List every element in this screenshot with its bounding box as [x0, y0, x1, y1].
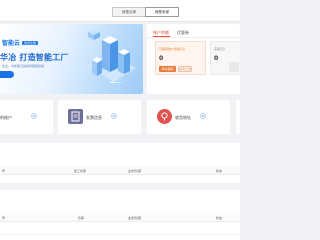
- location-pin-icon: [157, 109, 172, 124]
- stat-card-overflow: [236, 100, 240, 134]
- banner-slogan: 华冶 打造智能工厂: [0, 53, 69, 62]
- carousel-dot[interactable]: [119, 82, 121, 83]
- column-header: 仓库: [78, 216, 85, 220]
- banner-logo-text: 智能云: [2, 40, 21, 47]
- stat-count-badge: 0: [31, 113, 37, 119]
- balance-value: 0: [159, 55, 164, 62]
- stat-card-accounts[interactable]: 的账户 0: [0, 100, 53, 134]
- carousel-dot[interactable]: [116, 82, 118, 83]
- stat-count-badge: 0: [200, 113, 206, 119]
- account-panel: 账户余额 优惠券 可提取账户余额(元) 0 申请提取 提现记录 冻结(元) 0: [147, 24, 240, 94]
- orders-table-panel: 号 加工仓库 业务员/部 状态: [0, 143, 240, 183]
- banner-logo: 智能云 免费注册: [2, 38, 39, 47]
- balance-label: 可提取账户余额(元): [159, 47, 186, 51]
- banner-subline: 企业，为新能云提供智能园系统: [2, 64, 45, 68]
- tab-buyer[interactable]: 我是买家: [112, 7, 146, 17]
- balance-card: 可提取账户余额(元) 0 申请提取 提现记录: [155, 41, 206, 75]
- stat-label: 的账户: [0, 115, 12, 120]
- column-header: 号: [2, 216, 6, 220]
- stat-label: 收货地址: [175, 115, 191, 120]
- tab-seller[interactable]: 我是卖家: [145, 7, 179, 17]
- table-header: 号 仓库 业务员/部 状态: [0, 213, 240, 222]
- column-header: 状态: [216, 216, 223, 220]
- top-bar: 我是买家 我是卖家: [0, 0, 240, 22]
- withdraw-history-button[interactable]: 提现记录: [178, 66, 192, 72]
- column-header: 状态: [216, 169, 223, 173]
- stat-card-invoice[interactable]: 发票信息 0: [58, 100, 141, 134]
- isometric-city-illustration: [88, 29, 136, 82]
- banner-action-button[interactable]: [0, 71, 14, 78]
- stat-card-address[interactable]: 收货地址 0: [147, 100, 230, 134]
- table-header: 号 加工仓库 业务员/部 状态: [0, 166, 240, 175]
- invoice-icon: [68, 109, 83, 124]
- frozen-balance-card: 冻结(元) 0: [210, 41, 240, 75]
- carousel-dots[interactable]: [110, 82, 121, 83]
- active-tab-indicator: [153, 36, 170, 37]
- frozen-value: 0: [214, 55, 219, 62]
- stat-label: 发票信息: [86, 115, 102, 120]
- table-divider: [0, 234, 240, 235]
- inventory-table-panel: 号 仓库 业务员/部 状态: [0, 190, 240, 240]
- promo-banner[interactable]: 智能云 免费注册 华冶 打造智能工厂 企业，为新能云提供智能园系统: [0, 24, 143, 94]
- carousel-dot-active[interactable]: [110, 82, 115, 83]
- column-header: 号: [2, 169, 6, 173]
- withdraw-request-button[interactable]: 申请提取: [159, 66, 176, 72]
- column-header: 业务员/部: [128, 216, 142, 220]
- banner-logo-tag: 免费注册: [22, 40, 39, 45]
- column-header: 业务员/部: [128, 169, 142, 173]
- wallet-icon: [229, 62, 239, 72]
- column-header: 加工仓库: [74, 169, 87, 173]
- frozen-label: 冻结(元): [214, 47, 226, 51]
- tab-coupons[interactable]: 优惠券: [177, 30, 189, 36]
- stat-count-badge: 0: [111, 113, 117, 119]
- account-tabs: 账户余额 优惠券: [147, 24, 240, 38]
